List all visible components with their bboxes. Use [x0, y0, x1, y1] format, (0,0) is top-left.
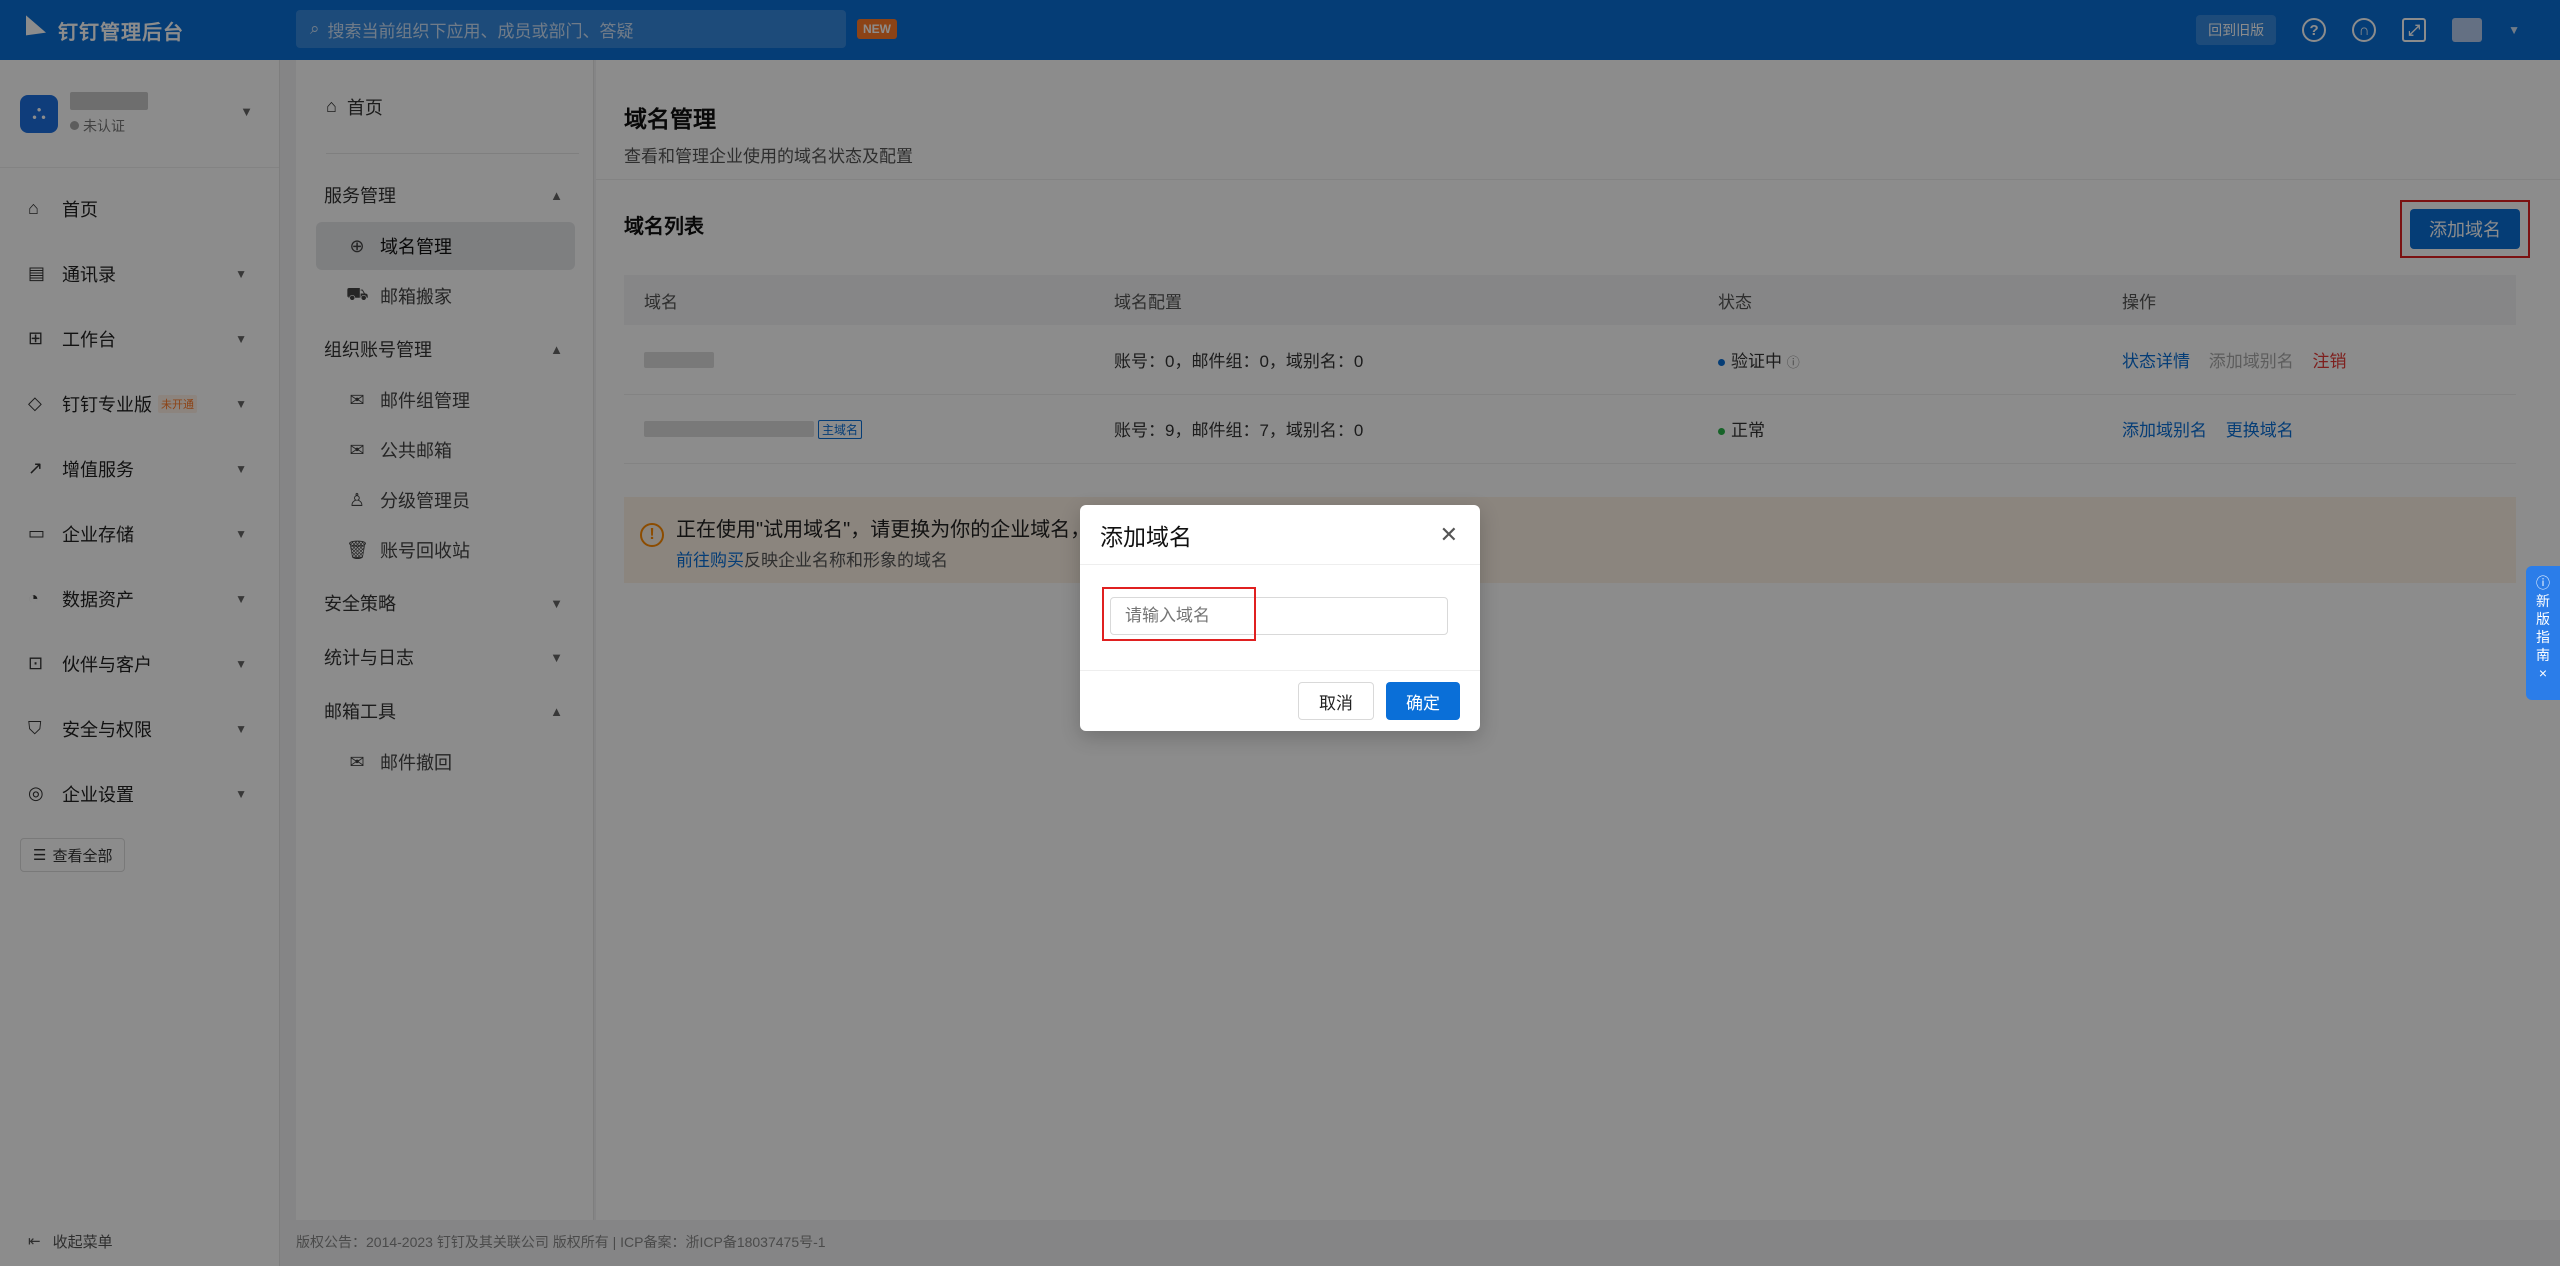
close-icon[interactable]: × [2539, 664, 2547, 682]
confirm-button[interactable]: 确定 [1386, 682, 1460, 720]
dialog-title: 添加域名 [1100, 523, 1192, 550]
input-highlight [1102, 587, 1256, 641]
add-domain-dialog: 添加域名 ✕ 取消 确定 [1080, 505, 1480, 731]
info-icon: ⓘ [2536, 575, 2550, 591]
new-guide-tab[interactable]: ⓘ 新 版 指 南 × [2526, 566, 2560, 700]
cancel-button[interactable]: 取消 [1298, 682, 1374, 720]
close-icon[interactable]: ✕ [1440, 522, 1458, 548]
